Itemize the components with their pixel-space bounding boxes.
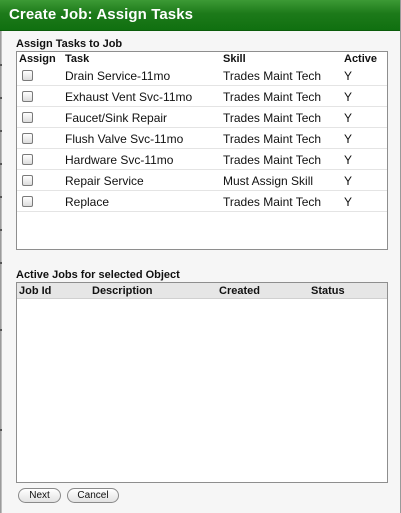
edge-tick bbox=[0, 262, 2, 264]
task-row[interactable]: Drain Service-11mo Trades Maint Tech Y bbox=[17, 65, 387, 86]
task-skill: Trades Maint Tech bbox=[223, 153, 322, 167]
tasks-table: Assign Task Skill Active Drain Service-1… bbox=[16, 51, 388, 250]
jobs-table-header: Job Id Description Created Status bbox=[17, 283, 387, 299]
assign-checkbox[interactable] bbox=[22, 154, 33, 165]
task-row[interactable]: Flush Valve Svc-11mo Trades Maint Tech Y bbox=[17, 128, 387, 149]
task-name: Drain Service-11mo bbox=[65, 69, 171, 83]
task-active: Y bbox=[344, 69, 353, 83]
assign-checkbox[interactable] bbox=[22, 70, 33, 81]
task-row[interactable]: Exhaust Vent Svc-11mo Trades Maint Tech … bbox=[17, 86, 387, 107]
edge-tick bbox=[0, 97, 2, 99]
window-left-edge bbox=[0, 31, 2, 513]
column-header-created[interactable]: Created bbox=[219, 285, 260, 297]
assign-checkbox[interactable] bbox=[22, 112, 33, 123]
task-active: Y bbox=[344, 132, 353, 146]
task-active: Y bbox=[344, 174, 353, 188]
task-name: Exhaust Vent Svc-11mo bbox=[65, 90, 193, 104]
create-job-dialog: Create Job: Assign Tasks Assign Tasks to… bbox=[0, 0, 401, 513]
edge-tick bbox=[0, 229, 2, 231]
active-jobs-table: Job Id Description Created Status bbox=[16, 282, 388, 483]
column-header-skill[interactable]: Skill bbox=[223, 53, 246, 65]
task-row[interactable]: Repair Service Must Assign Skill Y bbox=[17, 170, 387, 191]
assign-checkbox[interactable] bbox=[22, 91, 33, 102]
column-header-job-id[interactable]: Job Id bbox=[19, 285, 51, 297]
assign-checkbox[interactable] bbox=[22, 196, 33, 207]
task-skill: Must Assign Skill bbox=[223, 174, 314, 188]
task-active: Y bbox=[344, 195, 353, 209]
column-header-active[interactable]: Active bbox=[344, 53, 377, 65]
task-name: Replace bbox=[65, 195, 110, 209]
tasks-section-label: Assign Tasks to Job bbox=[16, 38, 123, 50]
assign-checkbox[interactable] bbox=[22, 175, 33, 186]
task-skill: Trades Maint Tech bbox=[223, 132, 322, 146]
edge-tick bbox=[0, 64, 2, 66]
next-button[interactable]: Next bbox=[18, 488, 61, 503]
task-active: Y bbox=[344, 90, 353, 104]
dialog-title: Create Job: Assign Tasks bbox=[9, 6, 194, 23]
edge-tick bbox=[0, 196, 2, 198]
task-row[interactable]: Faucet/Sink Repair Trades Maint Tech Y bbox=[17, 107, 387, 128]
task-row[interactable]: Hardware Svc-11mo Trades Maint Tech Y bbox=[17, 149, 387, 170]
task-skill: Trades Maint Tech bbox=[223, 111, 322, 125]
task-name: Flush Valve Svc-11mo bbox=[65, 132, 184, 146]
column-header-assign[interactable]: Assign bbox=[19, 53, 56, 65]
task-skill: Trades Maint Tech bbox=[223, 69, 322, 83]
jobs-section-label: Active Jobs for selected Object bbox=[16, 269, 180, 281]
cancel-button[interactable]: Cancel bbox=[67, 488, 119, 503]
tasks-table-header: Assign Task Skill Active bbox=[17, 52, 387, 66]
edge-tick bbox=[0, 329, 2, 331]
task-name: Hardware Svc-11mo bbox=[65, 153, 174, 167]
edge-tick bbox=[0, 130, 2, 132]
assign-checkbox[interactable] bbox=[22, 133, 33, 144]
task-skill: Trades Maint Tech bbox=[223, 90, 322, 104]
task-skill: Trades Maint Tech bbox=[223, 195, 322, 209]
title-bar[interactable]: Create Job: Assign Tasks bbox=[0, 0, 400, 31]
column-header-description[interactable]: Description bbox=[92, 285, 153, 297]
task-name: Faucet/Sink Repair bbox=[65, 111, 168, 125]
task-active: Y bbox=[344, 153, 353, 167]
edge-tick bbox=[0, 163, 2, 165]
task-row[interactable]: Replace Trades Maint Tech Y bbox=[17, 191, 387, 212]
edge-tick bbox=[0, 429, 2, 431]
column-header-status[interactable]: Status bbox=[311, 285, 345, 297]
column-header-task[interactable]: Task bbox=[65, 53, 89, 65]
task-active: Y bbox=[344, 111, 353, 125]
task-name: Repair Service bbox=[65, 174, 144, 188]
